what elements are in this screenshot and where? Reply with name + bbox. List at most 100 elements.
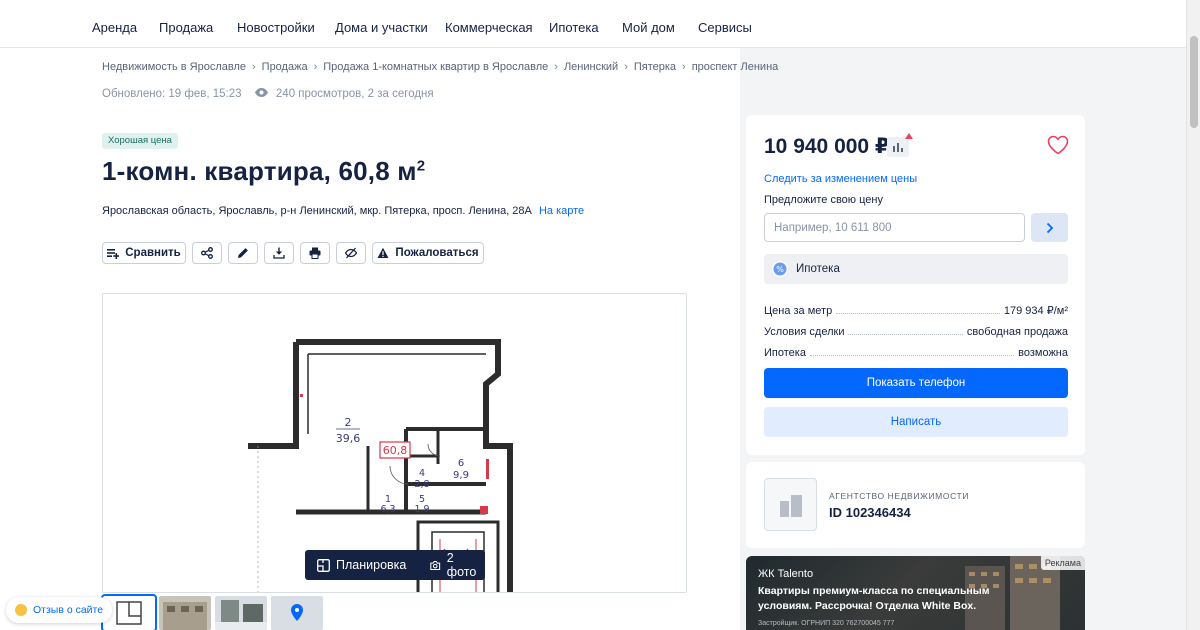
chevron-right-icon [1046, 222, 1053, 233]
advertisement-banner[interactable]: Реклама ЖК Talento Квартиры премиум-клас… [746, 556, 1085, 630]
room-4-number: 4 [419, 468, 425, 479]
smile-icon [15, 604, 27, 616]
room-5-area: 1,9 [414, 504, 429, 515]
camera-icon [430, 560, 441, 570]
room-2-number: 2 [345, 416, 352, 429]
share-button[interactable] [192, 242, 222, 264]
follow-price-link[interactable]: Следить за изменением цены [764, 173, 917, 185]
warning-icon [377, 247, 389, 258]
nav-item-commercial[interactable]: Коммерческая [445, 20, 533, 35]
photo-gallery[interactable]: 2 39,6 60,8 4 2,8 6 9,9 5 1,9 1 6,3 110 … [102, 293, 687, 593]
eye-icon [254, 88, 268, 97]
show-phone-button[interactable]: Показать телефон [764, 368, 1068, 398]
photos-tab[interactable]: 2 фото [418, 550, 491, 580]
compare-button[interactable]: Сравнить [102, 242, 186, 264]
photos-count-label: 2 фото [446, 551, 477, 579]
agency-card[interactable]: АГЕНТСТВО НЕДВИЖИМОСТИ ID 102346434 [746, 462, 1085, 548]
eye-off-icon [345, 247, 357, 259]
floor-plan-label: Планировка [336, 558, 407, 572]
edit-note-button[interactable] [228, 242, 258, 264]
views-count: 240 просмотров, 2 за сегодня [275, 88, 434, 100]
nav-item-mortgage[interactable]: Ипотека [549, 20, 599, 35]
fact-key: Цена за метр [764, 304, 837, 317]
agency-type-label: АГЕНТСТВО НЕДВИЖИМОСТИ [829, 491, 970, 501]
complain-button[interactable]: Пожаловаться [372, 242, 484, 264]
printer-icon [309, 247, 321, 259]
pencil-icon [238, 248, 248, 258]
agency-id: ID 102346434 [829, 505, 911, 520]
fact-key: Ипотека [764, 346, 810, 359]
feedback-label: Отзыв о сайте [33, 604, 104, 616]
nav-item-new-buildings[interactable]: Новостройки [237, 20, 315, 35]
fact-value: возможна [1014, 346, 1068, 359]
mortgage-button[interactable]: % Ипотека [764, 254, 1068, 284]
fact-row: Цена за метр 179 934 ₽/м² [764, 300, 1068, 321]
fact-row: Условия сделки свободная продажа [764, 321, 1068, 342]
updated-date: Обновлено: 19 фев, 15:23 [102, 88, 242, 100]
breadcrumb-item[interactable]: Продажа [262, 61, 308, 73]
print-button[interactable] [300, 242, 330, 264]
bar-chart-icon [893, 143, 903, 152]
svg-text:%: % [776, 265, 784, 274]
hide-button[interactable] [336, 242, 366, 264]
offer-price-input[interactable] [764, 213, 1025, 242]
page-title: 1-комн. квартира, 60,8 м2 [102, 156, 425, 187]
complain-label: Пожаловаться [395, 247, 479, 259]
top-navigation: Аренда Продажа Новостройки Дома и участк… [0, 0, 1186, 48]
compare-label: Сравнить [125, 247, 181, 259]
chevron-right-icon: › [251, 61, 256, 73]
room-4-area: 2,8 [414, 479, 429, 490]
page-scrollbar[interactable] [1186, 0, 1200, 630]
thumbnail-photo-1[interactable] [159, 596, 211, 630]
write-message-button[interactable]: Написать [764, 407, 1068, 437]
scrollbar-thumb[interactable] [1190, 36, 1198, 128]
nav-item-my-home[interactable]: Мой дом [622, 20, 675, 35]
chevron-right-icon: › [313, 61, 318, 73]
breadcrumb-item[interactable]: Ленинский [564, 61, 618, 73]
room-6-number: 6 [458, 458, 464, 469]
thumbnail-map[interactable] [271, 596, 323, 630]
chevron-right-icon: › [554, 61, 558, 73]
mortgage-label: Ипотека [796, 263, 840, 275]
breadcrumb-item[interactable]: Продажа 1-комнатных квартир в Ярославле [323, 61, 548, 73]
nav-item-rent[interactable]: Аренда [92, 20, 137, 35]
on-map-link[interactable]: На карте [539, 205, 584, 217]
price-up-indicator [905, 133, 913, 139]
price-card: 10 940 000 ₽ Следить за изменением цены … [746, 115, 1085, 455]
chevron-right-icon: › [682, 61, 686, 73]
offer-price-label: Предложите свою цену [764, 194, 883, 206]
ad-label: Реклама [1040, 556, 1085, 570]
price: 10 940 000 ₽ [764, 135, 890, 158]
address-text: Ярославская область, Ярославль, р-н Лени… [102, 205, 532, 217]
fact-key: Условия сделки [764, 325, 849, 338]
breadcrumb: Недвижимость в Ярославле › Продажа › Продажа… [102, 61, 778, 73]
breadcrumb-item[interactable]: проспект Ленина [692, 61, 779, 73]
ad-title: ЖК Talento [758, 568, 814, 580]
title-sup: 2 [416, 157, 426, 175]
floor-plan-icon [317, 558, 330, 572]
nav-item-sale[interactable]: Продажа [159, 20, 213, 35]
favorite-heart-icon[interactable] [1047, 135, 1069, 155]
price-history-button[interactable] [887, 133, 913, 157]
site-feedback-button[interactable]: Отзыв о сайте [6, 597, 112, 623]
floor-plan-tab[interactable]: Планировка [305, 550, 418, 580]
good-price-badge: Хорошая цена [102, 133, 178, 149]
price-facts: Цена за метр 179 934 ₽/м² Условия сделки с… [764, 300, 1068, 363]
mortgage-icon: % [772, 261, 788, 277]
share-icon [201, 247, 213, 259]
breadcrumb-item[interactable]: Пятерка [634, 61, 676, 73]
nav-item-services[interactable]: Сервисы [698, 20, 752, 35]
download-button[interactable] [264, 242, 294, 264]
nav-item-houses[interactable]: Дома и участки [335, 20, 428, 35]
total-area-label: 60,8 [383, 444, 408, 457]
thumbnail-photo-2[interactable] [215, 596, 267, 630]
ad-text: Квартиры премиум-класса по специальным у… [758, 585, 990, 612]
listing-main: Недвижимость в Ярославле › Продажа › Продажа… [0, 48, 778, 630]
breadcrumb-item[interactable]: Недвижимость в Ярославле [102, 61, 246, 73]
offer-submit-button[interactable] [1031, 213, 1068, 242]
listing-meta: Обновлено: 19 фев, 15:23 240 просмотров,… [102, 88, 434, 100]
ad-fine-print: Застройщик. ОГРНИП 320 762700045 777 [758, 620, 895, 627]
fact-row: Ипотека возможна [764, 342, 1068, 363]
chevron-right-icon: › [624, 61, 628, 73]
address: Ярославская область, Ярославль, р-н Лени… [102, 205, 584, 217]
